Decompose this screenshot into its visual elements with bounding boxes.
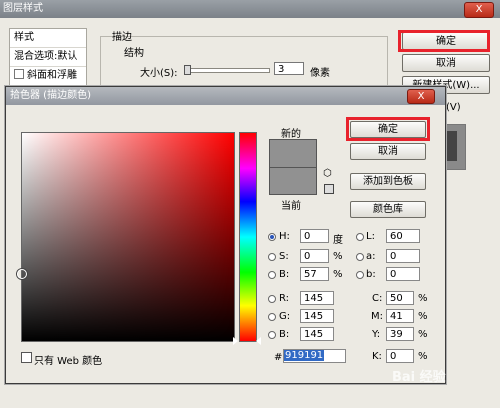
black-input[interactable]: 0 bbox=[386, 349, 414, 363]
red-radio[interactable] bbox=[268, 295, 276, 303]
hex-input[interactable]: 919191 bbox=[283, 349, 346, 363]
b-channel-label: b: bbox=[366, 269, 376, 280]
saturation-radio[interactable] bbox=[268, 253, 276, 261]
style-list: 样式 混合选项:默认 斜面和浮雕 bbox=[9, 28, 87, 90]
red-input[interactable]: 145 bbox=[300, 291, 334, 305]
saturation-input[interactable]: 0 bbox=[300, 249, 329, 263]
style-list-item-blending[interactable]: 混合选项:默认 bbox=[10, 48, 86, 67]
structure-label: 结构 bbox=[124, 48, 144, 59]
magenta-label: M: bbox=[371, 311, 383, 322]
saturation-label: S: bbox=[279, 251, 289, 262]
cyan-unit: % bbox=[418, 293, 428, 304]
hex-value: 919191 bbox=[284, 350, 325, 361]
magenta-input[interactable]: 41 bbox=[386, 309, 414, 323]
cyan-label: C: bbox=[372, 293, 383, 304]
brightness-radio[interactable] bbox=[268, 271, 276, 279]
stroke-group-label: 描边 bbox=[112, 32, 132, 43]
lightness-label: L: bbox=[366, 231, 375, 242]
style-list-item-styles[interactable]: 样式 bbox=[10, 29, 86, 48]
hue-radio[interactable] bbox=[268, 233, 276, 241]
add-to-swatches-button[interactable]: 添加到色板 bbox=[350, 173, 426, 190]
green-radio[interactable] bbox=[268, 313, 276, 321]
highlight-box-layer-ok bbox=[398, 30, 490, 52]
color-picker-close-button[interactable]: X bbox=[407, 89, 435, 104]
hue-input[interactable]: 0 bbox=[300, 229, 329, 243]
bevel-label: 斜面和浮雕 bbox=[27, 70, 77, 81]
yellow-label: Y: bbox=[372, 329, 381, 340]
a-channel-input[interactable]: 0 bbox=[386, 249, 420, 263]
size-label: 大小(S): bbox=[140, 68, 178, 79]
saturation-brightness-field[interactable] bbox=[17, 132, 235, 342]
hue-slider[interactable] bbox=[239, 132, 257, 342]
black-unit: % bbox=[418, 351, 428, 362]
layer-style-cancel-button[interactable]: 取消 bbox=[402, 54, 490, 72]
hue-unit: 度 bbox=[333, 235, 343, 246]
saturation-unit: % bbox=[333, 251, 343, 262]
blue-radio[interactable] bbox=[268, 331, 276, 339]
blue-input[interactable]: 145 bbox=[300, 327, 334, 341]
b-channel-input[interactable]: 0 bbox=[386, 267, 420, 281]
hex-label: # bbox=[274, 352, 283, 363]
brightness-label: B: bbox=[279, 269, 290, 280]
color-libraries-button[interactable]: 颜色库 bbox=[350, 201, 426, 218]
red-label: R: bbox=[279, 293, 290, 304]
a-channel-radio[interactable] bbox=[356, 253, 364, 261]
size-slider[interactable] bbox=[186, 68, 270, 73]
new-color-label: 新的 bbox=[281, 129, 301, 140]
size-input[interactable]: 3 bbox=[274, 62, 304, 75]
hue-slider-right-arrow[interactable] bbox=[256, 337, 261, 345]
current-color-swatch[interactable] bbox=[269, 167, 317, 195]
web-colors-only-checkbox[interactable] bbox=[21, 352, 32, 363]
a-channel-label: a: bbox=[366, 251, 376, 262]
brightness-unit: % bbox=[333, 269, 343, 280]
black-label: K: bbox=[372, 351, 382, 362]
hue-slider-left-arrow[interactable] bbox=[233, 337, 238, 345]
yellow-unit: % bbox=[418, 329, 428, 340]
baidu-watermark: Bai 经验 bbox=[392, 370, 446, 385]
gamut-cube-icon[interactable]: ⬡ bbox=[323, 169, 333, 179]
web-safe-icon[interactable] bbox=[324, 184, 334, 194]
color-picker-title: 拾色器 (描边颜色) bbox=[6, 87, 445, 105]
style-list-item-bevel[interactable]: 斜面和浮雕 bbox=[10, 67, 86, 86]
lightness-input[interactable]: 60 bbox=[386, 229, 420, 243]
web-colors-only-label: 只有 Web 颜色 bbox=[34, 356, 103, 367]
yellow-input[interactable]: 39 bbox=[386, 327, 414, 341]
highlight-box-picker-ok bbox=[346, 117, 430, 141]
layer-style-title: 图层样式 bbox=[0, 0, 500, 18]
green-label: G: bbox=[279, 311, 291, 322]
color-picker-cancel-button[interactable]: 取消 bbox=[350, 143, 426, 160]
hue-label: H: bbox=[279, 231, 290, 242]
current-color-label: 当前 bbox=[281, 201, 301, 212]
brightness-input[interactable]: 57 bbox=[300, 267, 329, 281]
cyan-input[interactable]: 50 bbox=[386, 291, 414, 305]
b-channel-radio[interactable] bbox=[356, 271, 364, 279]
size-unit: 像素 bbox=[310, 68, 330, 79]
layer-style-close-button[interactable]: X bbox=[464, 2, 494, 18]
magenta-unit: % bbox=[418, 311, 428, 322]
color-marker[interactable] bbox=[17, 269, 27, 279]
new-color-swatch bbox=[269, 139, 317, 168]
color-picker-dialog: 拾色器 (描边颜色) X 只有 Web 颜色 新的 ⬡ 当前 确定 取消 添加到… bbox=[5, 86, 446, 384]
blue-label: B: bbox=[279, 329, 290, 340]
size-slider-thumb[interactable] bbox=[184, 65, 191, 75]
green-input[interactable]: 145 bbox=[300, 309, 334, 323]
lightness-radio[interactable] bbox=[356, 233, 364, 241]
bevel-checkbox[interactable] bbox=[14, 69, 24, 79]
